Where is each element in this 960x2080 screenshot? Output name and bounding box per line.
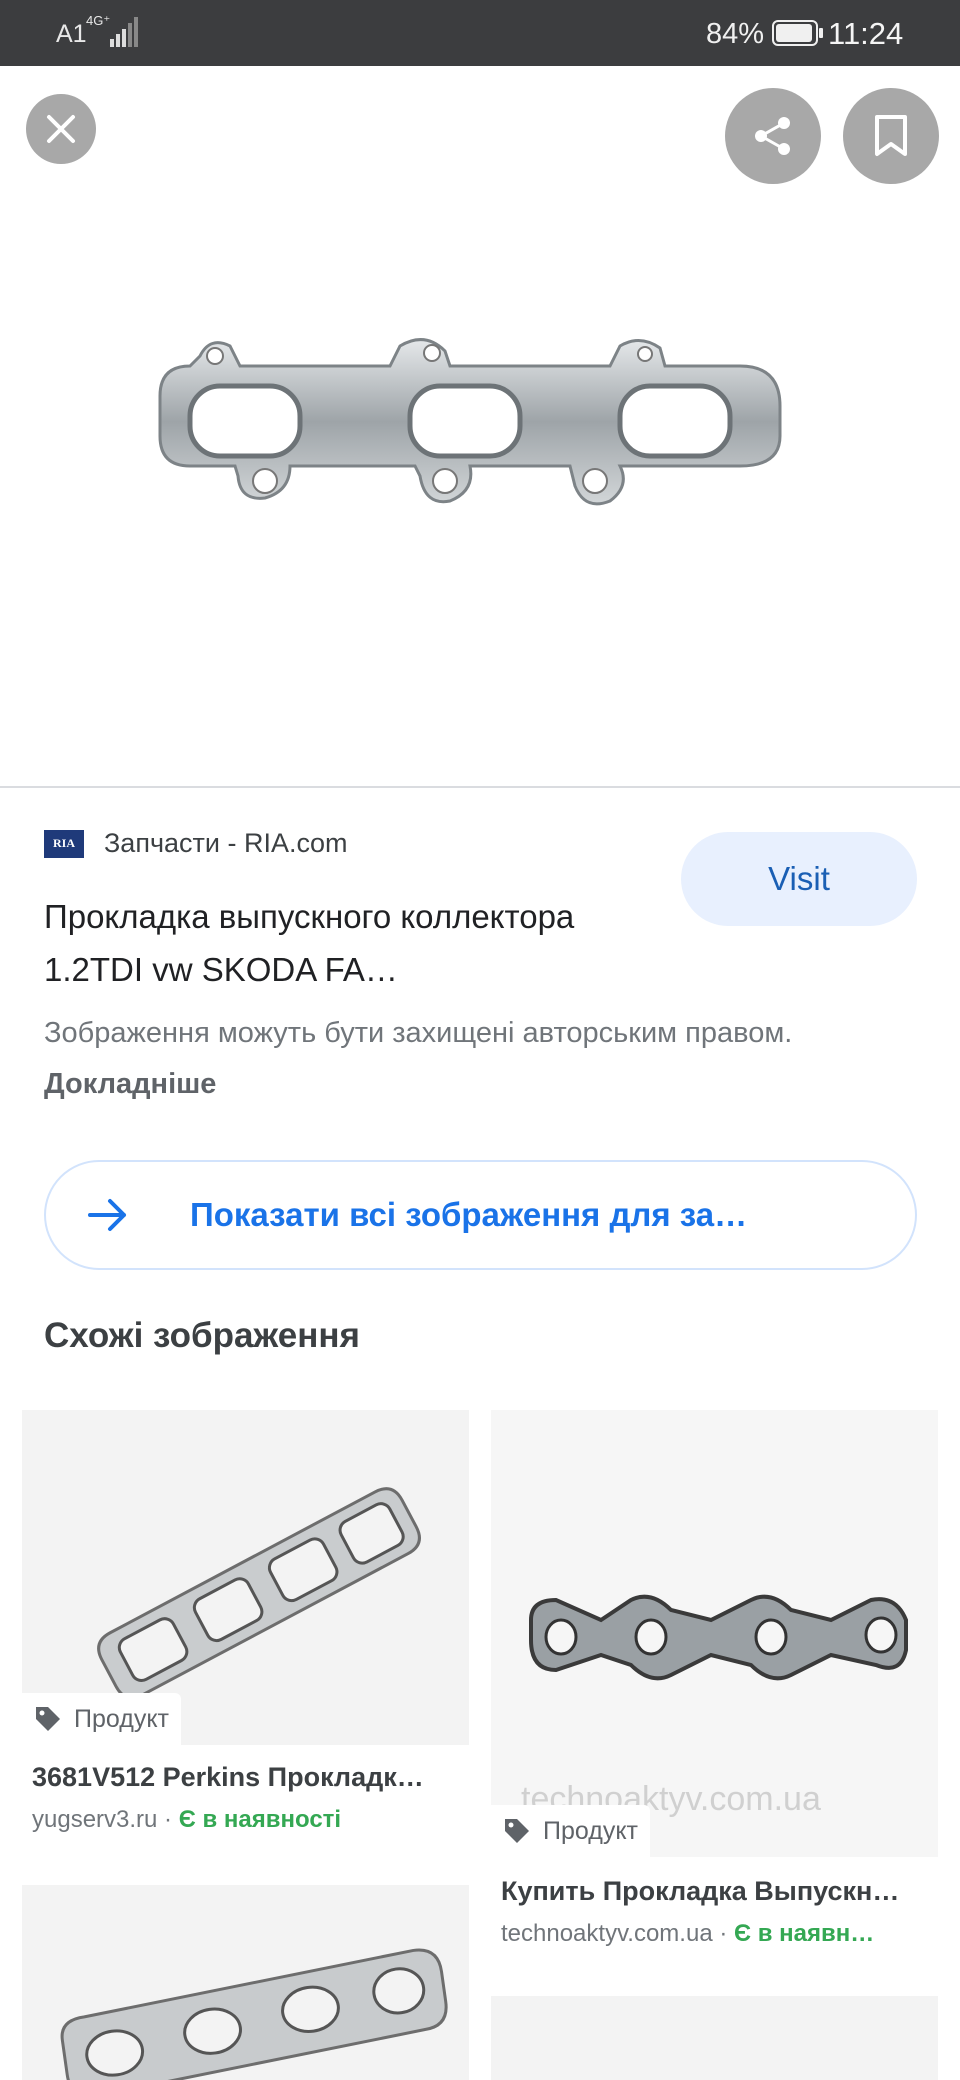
source-row[interactable]: RIA Запчасти - RIA.com xyxy=(44,828,348,859)
learn-more-link[interactable]: Докладніше xyxy=(44,1068,216,1100)
gasket-thumbnail: technoaktyv.com.ua xyxy=(521,1594,908,1818)
in-stock-label: Є в наявн… xyxy=(734,1920,875,1947)
share-button[interactable] xyxy=(725,88,821,184)
related-image-4[interactable] xyxy=(491,1996,938,2080)
tag-icon xyxy=(505,1819,529,1843)
status-bar: A1 4G⁺ 84% 11:24 xyxy=(0,0,960,66)
bookmark-button[interactable] xyxy=(843,88,939,184)
related-meta-2: technoaktyv.com.ua · Є в наявн… xyxy=(501,1920,921,1948)
badge-label: Продукт xyxy=(543,1816,638,1845)
product-badge: Продукт xyxy=(22,1693,181,1745)
meta-separator: · xyxy=(157,1806,179,1833)
related-image-3[interactable] xyxy=(22,1885,469,2080)
image-viewer xyxy=(0,66,960,788)
result-title[interactable]: Прокладка выпускного коллектора 1.2TDI v… xyxy=(44,890,664,996)
related-section-title: Схожі зображення xyxy=(44,1316,360,1355)
source-domain: yugserv3.ru xyxy=(32,1806,158,1833)
close-icon xyxy=(47,115,75,143)
gasket-thumbnail xyxy=(60,1948,448,2080)
ria-favicon: RIA xyxy=(44,829,84,858)
battery-percent: 84% xyxy=(706,18,765,50)
show-all-label: Показати всі зображення для за… xyxy=(190,1196,748,1233)
visit-button[interactable]: Visit xyxy=(681,832,917,926)
in-stock-label: Є в наявності xyxy=(178,1806,342,1833)
source-domain: technoaktyv.com.ua xyxy=(501,1920,713,1947)
source-name[interactable]: Запчасти - RIA.com xyxy=(104,828,348,859)
related-title-2[interactable]: Купить Прокладка Выпускн… xyxy=(501,1876,931,1907)
bookmark-icon xyxy=(875,115,907,156)
related-title-1[interactable]: 3681V512 Perkins Прокладк… xyxy=(32,1762,462,1793)
copyright-notice: Зображення можуть бути захищені авторськ… xyxy=(44,1008,904,1110)
related-image-2[interactable]: technoaktyv.com.ua Продукт xyxy=(491,1410,938,1857)
product-badge: Продукт xyxy=(491,1805,650,1857)
badge-label: Продукт xyxy=(74,1704,169,1733)
close-button[interactable] xyxy=(26,94,96,164)
show-all-images-button[interactable]: Показати всі зображення для за… xyxy=(44,1160,917,1270)
share-icon xyxy=(755,117,790,155)
copyright-text: Зображення можуть бути захищені авторськ… xyxy=(44,1017,793,1049)
related-meta-1: yugserv3.ru · Є в наявності xyxy=(32,1806,462,1834)
carrier-label: A1 xyxy=(56,20,87,48)
network-type-label: 4G⁺ xyxy=(86,13,111,28)
related-image-1[interactable]: Продукт xyxy=(22,1410,469,1745)
meta-separator: · xyxy=(712,1920,734,1947)
battery-icon xyxy=(772,20,824,51)
clock: 11:24 xyxy=(828,16,904,51)
gasket-main-image[interactable] xyxy=(140,326,820,526)
tag-icon xyxy=(36,1707,60,1731)
signal-icon xyxy=(110,17,138,52)
arrow-right-icon xyxy=(88,1199,126,1231)
